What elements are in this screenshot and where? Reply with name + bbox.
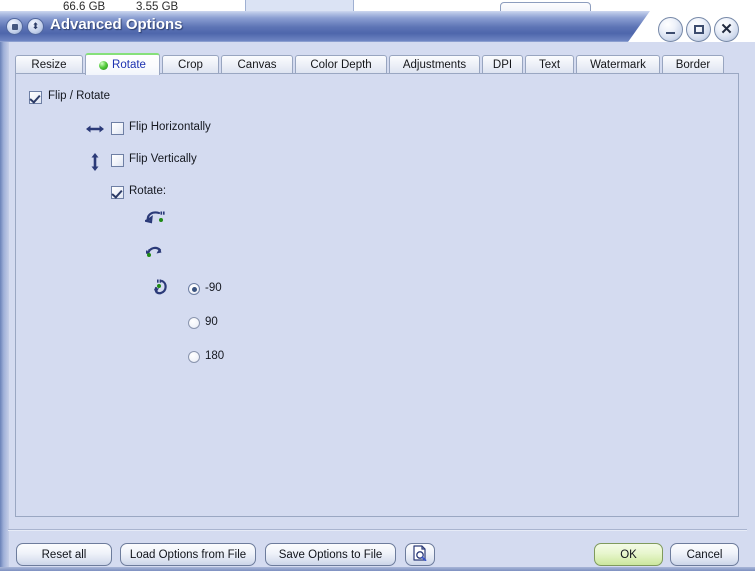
rotate-minus90-label: -90	[205, 282, 222, 294]
footer-separator-highlight	[8, 530, 747, 531]
flip-vertical-icon	[88, 152, 102, 172]
tab-label: Resize	[31, 59, 67, 71]
reset-all-button[interactable]: Reset all	[16, 543, 112, 566]
preview-icon	[412, 545, 428, 564]
tab-label: Color Depth	[310, 59, 372, 71]
minimize-button[interactable]	[658, 17, 683, 42]
tab-rotate[interactable]: Rotate	[85, 53, 160, 75]
close-icon: ✕	[720, 21, 733, 38]
tab-text[interactable]: Text	[525, 55, 574, 74]
cancel-label: Cancel	[686, 548, 723, 561]
window-left-edge	[0, 11, 9, 571]
rotate-90-label: 90	[205, 316, 218, 328]
rotate-right-icon	[145, 244, 165, 262]
square-glyph	[11, 23, 18, 30]
tab-label: Rotate	[112, 59, 146, 71]
tab-strip: Resize Rotate Crop Canvas Color Depth Ad…	[15, 53, 739, 75]
maximize-button[interactable]	[686, 17, 711, 42]
preview-button[interactable]	[405, 543, 435, 566]
load-options-button[interactable]: Load Options from File	[120, 543, 256, 566]
flip-vertically-label: Flip Vertically	[129, 153, 197, 165]
ok-label: OK	[620, 548, 637, 561]
rotate-tab-panel: Flip / Rotate Flip Horizontally Flip Ver…	[15, 73, 739, 517]
rotate-checkbox[interactable]	[111, 186, 124, 199]
rotate-label: Rotate:	[129, 185, 167, 197]
rotate-minus90-radio[interactable]	[188, 283, 200, 295]
advanced-options-dialog: ⬍ Advanced Options ✕ Resize Rotate Crop …	[0, 11, 755, 571]
tab-crop[interactable]: Crop	[162, 55, 219, 74]
flip-horizontal-icon	[85, 122, 105, 136]
tab-label: Text	[538, 59, 561, 71]
tab-color-depth[interactable]: Color Depth	[295, 55, 387, 74]
cancel-button[interactable]: Cancel	[670, 543, 739, 566]
load-options-label: Load Options from File	[129, 548, 247, 561]
tab-label: Canvas	[237, 59, 277, 71]
window-title: Advanced Options	[50, 16, 183, 33]
flip-horizontally-checkbox[interactable]	[111, 122, 124, 135]
app-square-icon[interactable]	[6, 18, 23, 35]
tab-label: Border	[675, 59, 711, 71]
flip-horizontally-label: Flip Horizontally	[129, 121, 211, 133]
tab-label: Watermark	[590, 59, 646, 71]
tab-resize[interactable]: Resize	[15, 55, 83, 74]
tab-border[interactable]: Border	[662, 55, 724, 74]
tab-watermark[interactable]: Watermark	[576, 55, 660, 74]
reset-all-label: Reset all	[41, 548, 87, 561]
rotate-180-radio[interactable]	[188, 351, 200, 363]
ok-button[interactable]: OK	[594, 543, 663, 566]
up-down-chevron-icon[interactable]: ⬍	[27, 18, 44, 35]
tab-adjustments[interactable]: Adjustments	[389, 55, 480, 74]
tab-label: Crop	[178, 59, 203, 71]
minimize-icon	[666, 31, 675, 34]
chevron-glyph: ⬍	[31, 21, 40, 31]
tab-label: DPI	[492, 59, 513, 71]
flip-rotate-label: Flip / Rotate	[48, 90, 110, 102]
rotate-left-icon	[145, 210, 165, 228]
tab-dpi[interactable]: DPI	[482, 55, 523, 74]
save-options-button[interactable]: Save Options to File	[265, 543, 396, 566]
rotate-180-label: 180	[205, 350, 225, 362]
flip-rotate-checkbox[interactable]	[29, 91, 42, 104]
maximize-icon	[693, 25, 704, 34]
rotate-180-icon	[152, 278, 170, 298]
active-tab-dot-icon	[99, 60, 109, 70]
flip-vertically-checkbox[interactable]	[111, 154, 124, 167]
close-button[interactable]: ✕	[714, 17, 739, 42]
window-titlebar[interactable]: ⬍ Advanced Options	[0, 11, 737, 42]
tab-label: Adjustments	[402, 59, 467, 71]
rotate-90-radio[interactable]	[188, 317, 200, 329]
save-options-label: Save Options to File	[278, 548, 383, 561]
window-bottom-edge	[0, 567, 755, 571]
tab-canvas[interactable]: Canvas	[221, 55, 293, 74]
